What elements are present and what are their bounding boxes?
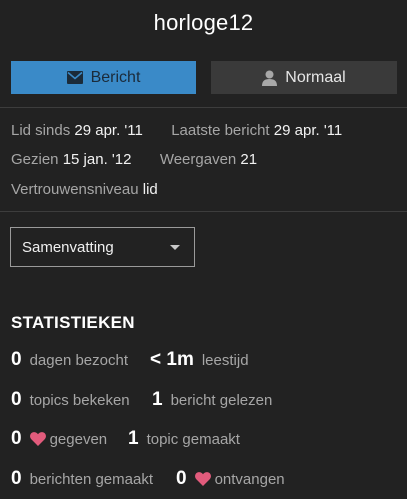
caret-down-icon xyxy=(170,245,180,250)
stat-posts-created-label: berichten gemaakt xyxy=(29,471,153,488)
trust-level-label: Vertrouwensniveau xyxy=(11,181,139,198)
seen-value: 15 jan. '12 xyxy=(62,151,132,168)
member-since-label: Lid sinds xyxy=(11,122,71,139)
stat-posts-created-value: 0 xyxy=(11,468,22,489)
trust-level-value: lid xyxy=(142,181,158,198)
stat-likes-received: 0 ontvangen xyxy=(176,468,285,490)
user-profile-page: horloge12 Bericht Normaal Lid sinds 29 a… xyxy=(0,0,407,499)
stat-posts-created: 0 berichten gemaakt xyxy=(11,468,153,490)
divider-middle xyxy=(0,211,407,212)
message-button[interactable]: Bericht xyxy=(11,61,196,94)
stat-likes-received-label: ontvangen xyxy=(214,471,285,488)
normal-button-label: Normaal xyxy=(285,68,346,86)
stat-likes-given: 0 gegeven xyxy=(11,428,107,450)
summary-select-value: Samenvatting xyxy=(22,238,114,256)
stats-heading: STATISTIEKEN xyxy=(11,313,135,332)
meta-row-seen: Gezien 15 jan. '12 Weergaven 21 xyxy=(11,151,257,168)
summary-select[interactable]: Samenvatting xyxy=(10,227,195,267)
seen-label: Gezien xyxy=(11,151,59,168)
envelope-icon xyxy=(66,71,83,84)
views-label: Weergaven xyxy=(159,151,237,168)
stat-topics-viewed-value: 0 xyxy=(11,389,22,410)
stat-topics-viewed: 0 topics bekeken xyxy=(11,389,130,411)
meta-row-trust: Vertrouwensniveau lid xyxy=(11,181,158,198)
heart-icon xyxy=(194,472,211,486)
stat-likes-received-value: 0 xyxy=(176,468,187,489)
last-post-label: Laatste bericht xyxy=(171,122,270,139)
last-post-value: 29 apr. '11 xyxy=(273,122,343,139)
stat-topics-viewed-label: topics bekeken xyxy=(29,392,130,409)
stat-days-visited-value: 0 xyxy=(11,349,22,370)
stat-topics-created-label: topic gemaakt xyxy=(146,431,240,448)
stat-posts-read-value: 1 xyxy=(152,389,163,410)
stat-posts-read-label: bericht gelezen xyxy=(170,392,273,409)
stat-days-visited-label: dagen bezocht xyxy=(29,352,128,369)
stat-read-time-label: leestijd xyxy=(201,352,249,369)
user-icon xyxy=(262,70,278,86)
stat-likes-given-label: gegeven xyxy=(49,431,108,448)
normal-button[interactable]: Normaal xyxy=(211,61,397,94)
views-value: 21 xyxy=(240,151,258,168)
heart-icon xyxy=(29,432,46,446)
meta-row-dates: Lid sinds 29 apr. '11 Laatste bericht 29… xyxy=(11,122,342,139)
divider-top xyxy=(0,107,407,108)
stat-posts-read: 1 bericht gelezen xyxy=(152,389,272,411)
message-button-label: Bericht xyxy=(90,68,141,86)
stat-days-visited: 0 dagen bezocht xyxy=(11,349,128,371)
stat-read-time-value: < 1m xyxy=(150,349,194,370)
username-title: horloge12 xyxy=(153,10,254,35)
stat-read-time: < 1m leestijd xyxy=(150,349,249,371)
stat-likes-given-value: 0 xyxy=(11,428,22,449)
member-since-value: 29 apr. '11 xyxy=(74,122,143,139)
stat-topics-created: 1 topic gemaakt xyxy=(128,428,240,450)
stat-topics-created-value: 1 xyxy=(128,428,139,449)
